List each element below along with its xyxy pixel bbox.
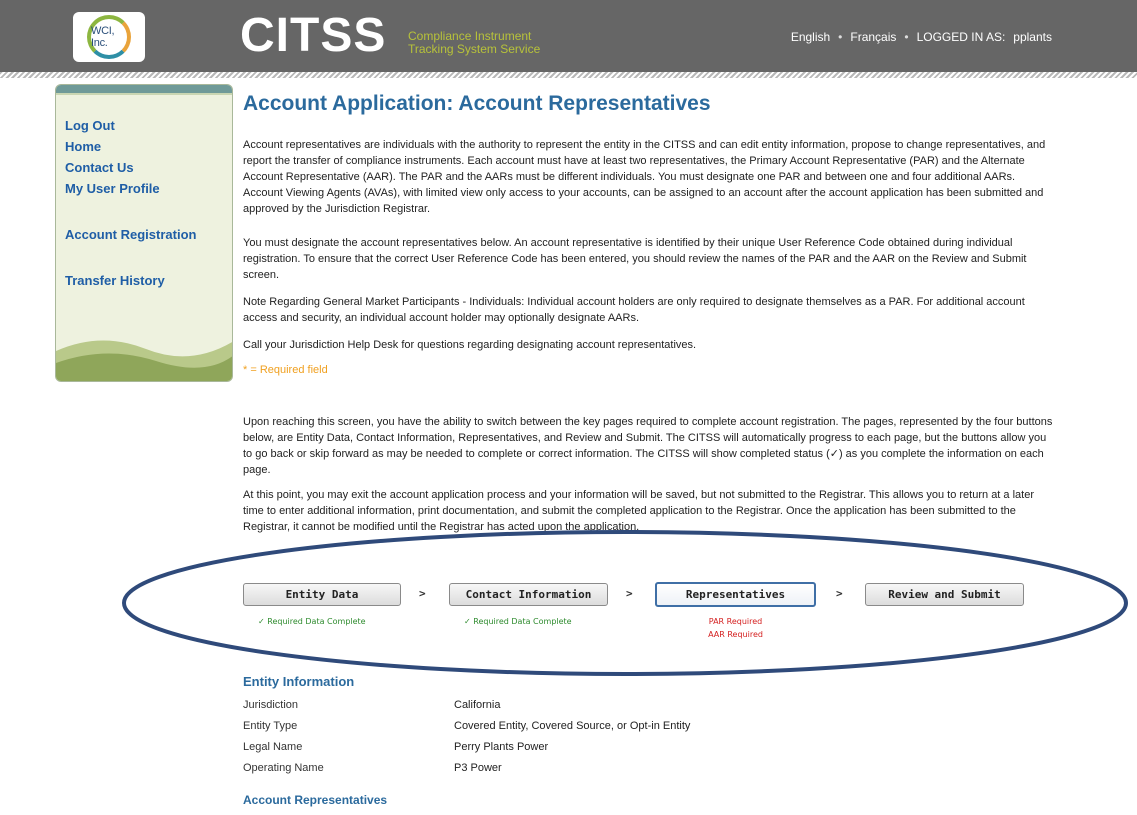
entity-type-value: Covered Entity, Covered Source, or Opt-i… — [454, 720, 691, 732]
navigation-info-paragraph: Upon reaching this screen, you have the … — [243, 416, 1053, 476]
username: pplants — [1013, 30, 1052, 44]
legal-name-value: Perry Plants Power — [454, 741, 549, 753]
sidebar-item-home[interactable]: Home — [65, 136, 232, 157]
sidebar: Log Out Home Contact Us My User Profile … — [55, 84, 233, 382]
brand-subtitle: Compliance Instrument Tracking System Se… — [408, 30, 540, 56]
app-header: WCI, Inc. CITSS Compliance Instrument Tr… — [0, 0, 1137, 72]
sidebar-item-transfer-history[interactable]: Transfer History — [65, 270, 232, 291]
entity-data-status: ✓ Required Data Complete — [258, 617, 366, 626]
step-representatives-button[interactable]: Representatives — [655, 582, 816, 607]
header-divider — [0, 72, 1137, 78]
step-separator: > — [419, 587, 426, 600]
exit-info-paragraph: At this point, you may exit the account … — [243, 489, 1034, 533]
lang-english-link[interactable]: English — [791, 30, 830, 44]
step-review-and-submit-button[interactable]: Review and Submit — [865, 583, 1024, 606]
top-links: English • Français • LOGGED IN AS: pplan… — [791, 30, 1052, 44]
brand-title: CITSS — [240, 9, 387, 62]
separator-dot: • — [904, 30, 909, 44]
sidebar-item-contact-us[interactable]: Contact Us — [65, 157, 232, 178]
intro-paragraph: Account representatives are individuals … — [243, 139, 1046, 215]
sidebar-nav: Log Out Home Contact Us My User Profile … — [56, 95, 232, 291]
account-reps-title: Account Representatives — [243, 793, 388, 807]
logo-ring-icon: WCI, Inc. — [87, 15, 131, 59]
entity-type-label: Entity Type — [243, 720, 298, 732]
designate-paragraph: You must designate the account represent… — [243, 237, 1027, 281]
sidebar-item-log-out[interactable]: Log Out — [65, 115, 232, 136]
operating-name-label: Operating Name — [243, 762, 324, 774]
step-entity-data-button[interactable]: Entity Data — [243, 583, 401, 606]
aar-required-status: AAR Required — [708, 630, 763, 639]
logged-in-label: LOGGED IN AS: — [916, 30, 1006, 44]
contact-info-status: ✓ Required Data Complete — [464, 617, 572, 626]
brand-subtitle-line2: Tracking System Service — [408, 42, 541, 56]
step-separator: > — [836, 587, 843, 600]
sidebar-wave-decoration — [56, 340, 232, 381]
page-title: Account Application: Account Representat… — [243, 92, 711, 115]
operating-name-value: P3 Power — [454, 762, 502, 774]
step-contact-information-button[interactable]: Contact Information — [449, 583, 608, 606]
sidebar-item-my-user-profile[interactable]: My User Profile — [65, 178, 232, 199]
logo-text: WCI, Inc. — [91, 25, 115, 49]
sidebar-topbar — [56, 85, 232, 95]
lang-french-link[interactable]: Français — [850, 30, 896, 44]
step-separator: > — [626, 587, 633, 600]
legal-name-label: Legal Name — [243, 741, 303, 753]
sidebar-item-account-registration[interactable]: Account Registration — [65, 224, 232, 245]
par-required-status: PAR Required — [708, 617, 763, 626]
entity-info-title: Entity Information — [243, 674, 355, 689]
wci-logo: WCI, Inc. — [73, 12, 145, 62]
required-field-note: * = Required field — [243, 364, 328, 376]
separator-dot: • — [838, 30, 843, 44]
help-desk-paragraph: Call your Jurisdiction Help Desk for que… — [243, 339, 697, 351]
individuals-note-paragraph: Note Regarding General Market Participan… — [243, 296, 1025, 324]
jurisdiction-value: California — [454, 699, 501, 711]
jurisdiction-label: Jurisdiction — [243, 699, 299, 711]
